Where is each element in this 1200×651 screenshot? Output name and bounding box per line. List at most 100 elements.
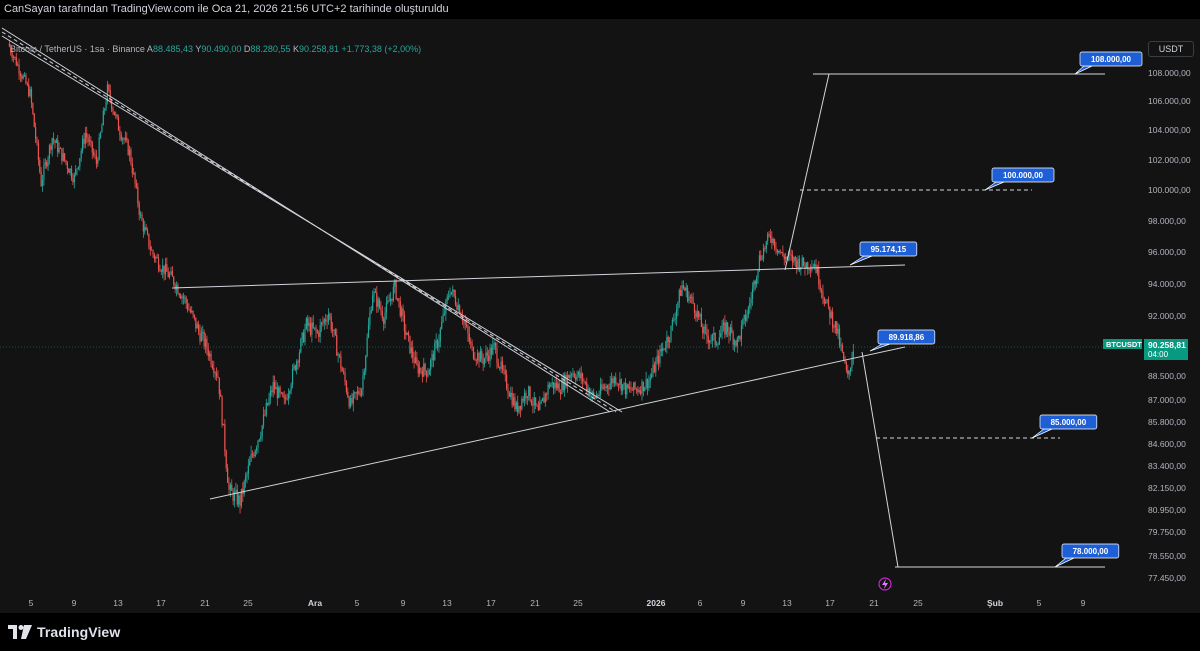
candle-body bbox=[14, 56, 16, 58]
candle-body bbox=[619, 379, 621, 385]
candle-body bbox=[87, 137, 89, 142]
candle-body bbox=[401, 308, 403, 317]
candle-body bbox=[338, 354, 341, 356]
candle-body bbox=[624, 382, 627, 395]
candle-body bbox=[269, 390, 272, 398]
candle-body bbox=[235, 489, 237, 492]
candle-body bbox=[669, 340, 671, 343]
candle-body bbox=[384, 312, 386, 324]
candle-body bbox=[709, 340, 711, 343]
candle-body bbox=[275, 387, 277, 390]
candle-body bbox=[644, 387, 646, 392]
candle-body bbox=[43, 164, 45, 180]
candle-body bbox=[733, 340, 736, 345]
x-axis-tick-label: 13 bbox=[442, 598, 452, 608]
candle-body bbox=[597, 395, 599, 397]
x-axis-tick-label: 21 bbox=[869, 598, 879, 608]
candle-body bbox=[193, 314, 196, 318]
candle-body bbox=[296, 361, 298, 371]
candle-body bbox=[348, 397, 350, 407]
chart-panel[interactable]: 108.000,00 100.000,00 95.174,15 89.918,86 85… bbox=[0, 19, 1200, 613]
candle-body bbox=[775, 247, 777, 250]
x-axis-tick-label: 25 bbox=[243, 598, 253, 608]
candle-body bbox=[652, 364, 654, 375]
currency-button[interactable]: USDT bbox=[1148, 41, 1194, 57]
candle-body bbox=[95, 155, 97, 164]
candle-body bbox=[552, 382, 555, 389]
candle-body bbox=[413, 357, 415, 364]
tradingview-logo[interactable]: TradingView bbox=[8, 623, 120, 641]
y-axis-tick-label: 106.000,00 bbox=[1148, 96, 1191, 106]
candle-body bbox=[21, 76, 23, 79]
candle-body bbox=[387, 300, 389, 303]
candle-body bbox=[40, 171, 42, 187]
candle-body bbox=[354, 392, 356, 394]
candle-body bbox=[81, 138, 84, 151]
candle-body bbox=[757, 270, 759, 278]
candle-body bbox=[442, 313, 444, 322]
candle-body bbox=[684, 287, 686, 291]
candle-body bbox=[617, 384, 620, 385]
candle-body bbox=[80, 150, 82, 159]
candle-body bbox=[84, 133, 86, 144]
candle-body bbox=[606, 385, 609, 388]
y-axis-tick-label: 94.000,00 bbox=[1148, 279, 1186, 289]
candle-body bbox=[837, 328, 839, 334]
candle-body bbox=[500, 361, 502, 369]
candle-body bbox=[28, 84, 30, 97]
candle-body bbox=[169, 274, 171, 278]
candle-body bbox=[402, 308, 404, 315]
candle-body bbox=[131, 163, 133, 174]
candle-body bbox=[341, 368, 343, 372]
candle-body bbox=[156, 257, 158, 258]
candle-body bbox=[210, 353, 212, 365]
candle-body bbox=[178, 293, 180, 296]
candle-body bbox=[493, 343, 495, 346]
candle-body bbox=[372, 295, 374, 311]
candle-body bbox=[52, 138, 55, 141]
candle-body bbox=[801, 257, 803, 267]
candle-body bbox=[827, 299, 830, 307]
candle-body bbox=[406, 332, 408, 335]
candle-body bbox=[370, 310, 372, 313]
candle-body bbox=[731, 327, 733, 333]
price-chart[interactable]: 108.000,00 100.000,00 95.174,15 89.918,86 85… bbox=[0, 19, 1200, 613]
candle-body bbox=[185, 297, 187, 304]
candle-body bbox=[280, 392, 283, 394]
candle-body bbox=[33, 113, 35, 128]
candle-body bbox=[29, 89, 31, 97]
candle-body bbox=[231, 484, 233, 491]
candle-body bbox=[282, 392, 284, 397]
y-axis-tick-label: 84.600,00 bbox=[1148, 439, 1186, 449]
candle-body bbox=[482, 358, 484, 365]
candle-body bbox=[416, 357, 418, 365]
candle-body bbox=[815, 264, 817, 273]
candle-body bbox=[529, 386, 531, 401]
candle-body bbox=[504, 370, 506, 375]
candle-body bbox=[155, 257, 157, 259]
candle-body bbox=[249, 461, 251, 466]
candle-body bbox=[151, 249, 153, 251]
candle-body bbox=[829, 306, 831, 318]
candle-body bbox=[555, 382, 557, 389]
candle-body bbox=[692, 296, 694, 304]
candle-body bbox=[238, 495, 240, 505]
candle-body bbox=[110, 99, 113, 109]
candle-body bbox=[740, 325, 743, 340]
symbol-title[interactable]: Bitcoin / TetherUS · 1sa · Binance bbox=[10, 44, 145, 54]
candle-body bbox=[343, 371, 345, 373]
price-callout-text: 78.000,00 bbox=[1073, 547, 1109, 556]
candle-body bbox=[246, 473, 248, 477]
candle-body bbox=[674, 318, 676, 320]
candle-body bbox=[479, 351, 481, 362]
candle-body bbox=[478, 352, 480, 362]
candle-body bbox=[134, 172, 136, 184]
candle-body bbox=[664, 347, 667, 350]
candle-body bbox=[523, 392, 526, 401]
candle-body bbox=[104, 108, 106, 111]
candle-body bbox=[247, 465, 249, 474]
candle-body bbox=[721, 325, 723, 334]
candle-body bbox=[704, 326, 707, 329]
candle-body bbox=[217, 376, 219, 378]
candle-body bbox=[559, 392, 562, 394]
